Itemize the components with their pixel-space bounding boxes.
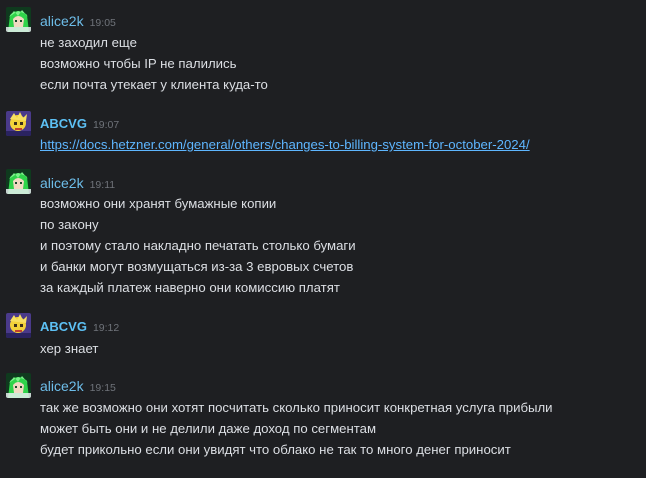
message-text: возможно они хранят бумажные копии	[40, 196, 277, 211]
green-hair-anime-avatar-icon[interactable]	[6, 373, 31, 398]
message-link[interactable]: https://docs.hetzner.com/general/others/…	[40, 134, 530, 155]
green-hair-anime-avatar-icon[interactable]	[6, 169, 31, 194]
timestamp: 19:05	[89, 17, 116, 29]
timestamp: 19:12	[92, 322, 120, 334]
timestamp: 19:07	[92, 119, 120, 131]
username[interactable]: ABCVG	[40, 319, 87, 334]
message-text: если почта утекает у клиента куда-то	[40, 77, 268, 92]
message-text: хер знает	[40, 341, 99, 356]
message-text: так же возможно они хотят посчитать скол…	[40, 400, 553, 415]
message-text: по закону	[40, 217, 99, 232]
username[interactable]: alice2k	[40, 175, 84, 191]
message-text: будет прикольно если они увидят что обла…	[40, 442, 511, 457]
chat-log: alice2k 19:05 не заходил еще возможно что…	[0, 0, 646, 478]
green-hair-anime-avatar-icon[interactable]	[6, 7, 31, 32]
yellow-character-avatar-icon[interactable]	[6, 313, 31, 338]
timestamp: 19:11	[89, 179, 116, 191]
message-text: не заходил еще	[40, 35, 137, 50]
username[interactable]: alice2k	[40, 13, 84, 29]
yellow-character-avatar-icon[interactable]	[6, 111, 31, 136]
timestamp: 19:15	[89, 382, 116, 394]
message-text: за каждый платеж наверно они комиссию пл…	[40, 280, 340, 295]
username[interactable]: ABCVG	[40, 116, 87, 131]
username[interactable]: alice2k	[40, 378, 84, 394]
message-text: возможно чтобы IP не палились	[40, 56, 237, 71]
message-text: может быть они и не делили даже доход по…	[40, 421, 377, 436]
message-text: и банки могут возмущаться из-за 3 евровы…	[40, 259, 354, 274]
message-text: и поэтому стало накладно печатать стольк…	[40, 238, 356, 253]
